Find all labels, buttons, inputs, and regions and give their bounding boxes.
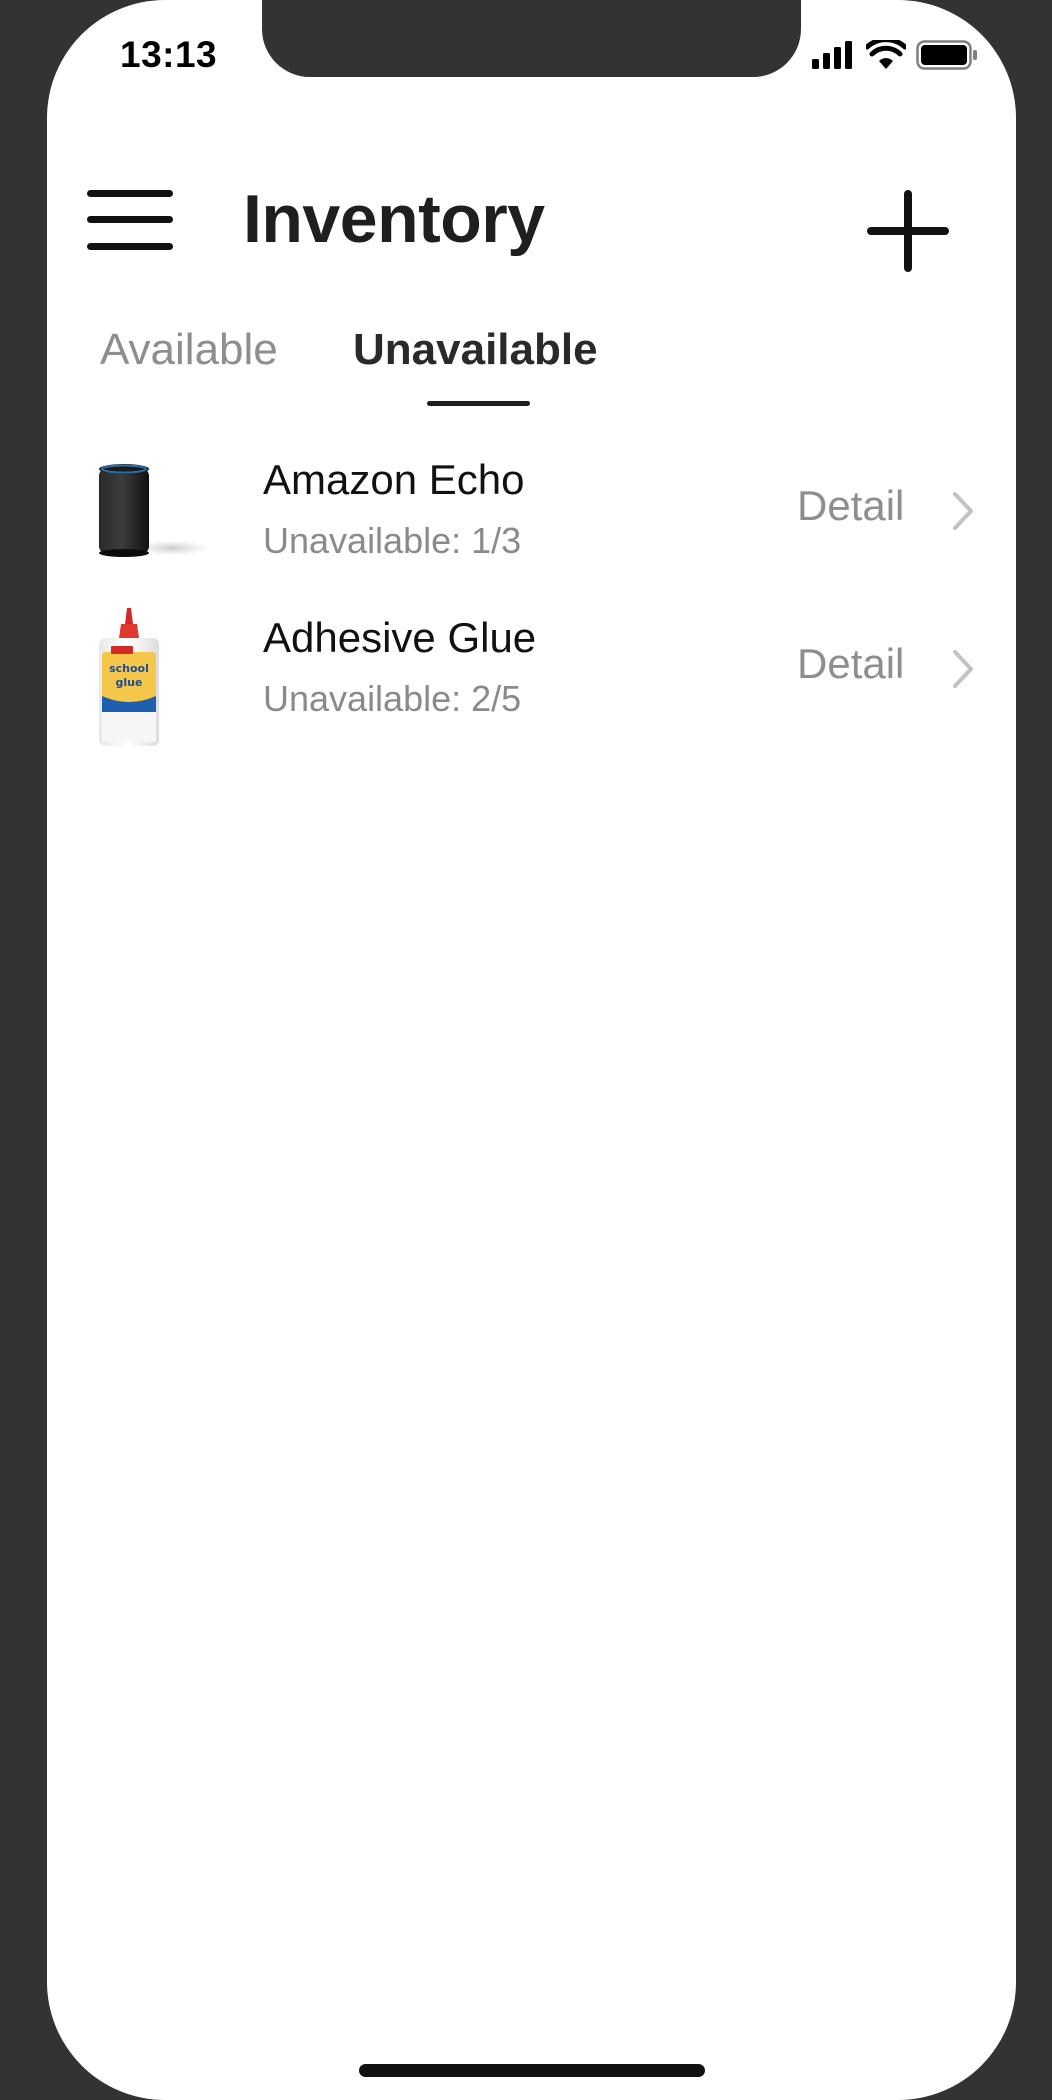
amazon-echo-thumbnail: [99, 464, 207, 557]
glue-bottle-thumbnail: school glue: [99, 608, 159, 746]
detail-link[interactable]: Detail: [797, 482, 904, 530]
chevron-right-icon: [953, 650, 973, 688]
chevron-right-icon: [953, 492, 973, 530]
app-header: Inventory: [47, 170, 1016, 272]
phone-screen: 13:13 Inventory Available Unavailable Am…: [47, 0, 1016, 2100]
inventory-list: Amazon Echo Unavailable: 1/3 Detail scho…: [47, 440, 1016, 756]
detail-link[interactable]: Detail: [797, 640, 904, 688]
wifi-icon: [866, 40, 906, 69]
hamburger-menu-icon[interactable]: [87, 188, 173, 252]
list-item[interactable]: Amazon Echo Unavailable: 1/3 Detail: [47, 440, 1016, 598]
tab-unavailable[interactable]: Unavailable: [353, 325, 598, 375]
list-item[interactable]: school glue Adhesive Glue Unavailable: 2…: [47, 598, 1016, 756]
battery-icon: [916, 40, 977, 70]
page-title: Inventory: [243, 181, 545, 257]
item-name: Adhesive Glue: [263, 614, 537, 661]
status-time: 13:13: [120, 34, 218, 75]
add-icon[interactable]: [867, 190, 949, 272]
glue-label-glue: glue: [116, 676, 143, 689]
status-bar: 13:13: [47, 0, 1016, 110]
item-status: Unavailable: 2/5: [263, 678, 522, 719]
item-status: Unavailable: 1/3: [263, 520, 522, 561]
item-name: Amazon Echo: [263, 456, 525, 503]
cellular-signal-icon: [812, 41, 852, 69]
tab-bar: Available Unavailable: [47, 325, 1016, 415]
home-indicator[interactable]: [359, 2064, 705, 2077]
glue-label-school: school: [109, 662, 149, 675]
tab-available[interactable]: Available: [100, 325, 278, 375]
status-icons: [812, 40, 978, 70]
active-tab-indicator: [427, 401, 530, 406]
